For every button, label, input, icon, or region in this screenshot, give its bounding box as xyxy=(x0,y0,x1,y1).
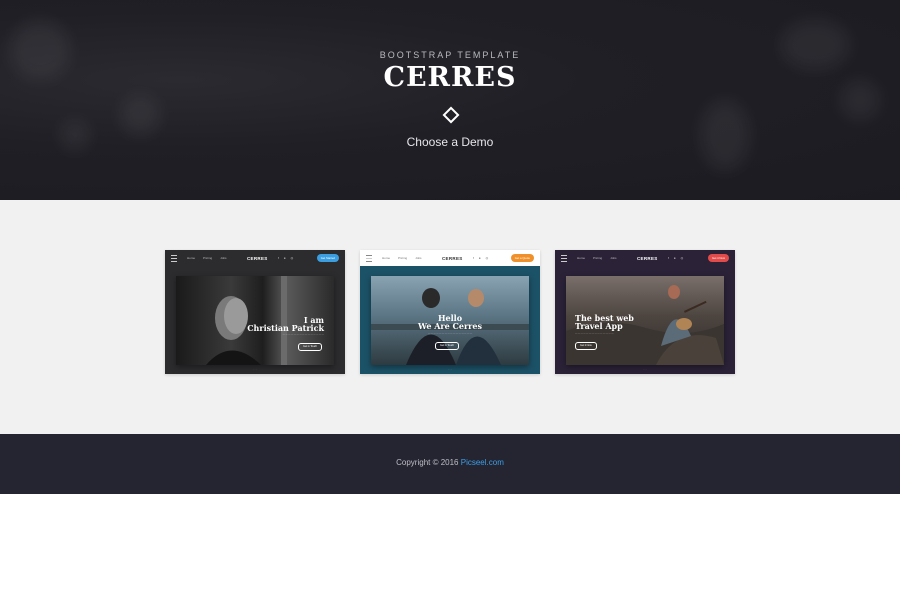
social-icons: f ● ◎ xyxy=(668,256,683,260)
demo-logo: CERRES xyxy=(442,256,463,261)
demo-cta-button: Get Started xyxy=(316,254,339,262)
bokeh-light xyxy=(120,95,160,135)
diamond-icon xyxy=(442,106,460,124)
demo-footer: · · · xyxy=(448,369,452,371)
site-footer: Copyright © 2016 Picseel.com xyxy=(0,434,900,494)
demo-text: — — — — — — — — — — — — — — — — xyxy=(427,333,473,335)
demo-card-1[interactable]: Home Pricing Jobs CERRES f ● ◎ Get Start… xyxy=(165,250,345,374)
demo-footer: · · · xyxy=(643,369,647,371)
facebook-icon: f xyxy=(668,256,669,260)
twitter-icon: ● xyxy=(283,256,286,260)
copyright-label: Copyright © 2016 xyxy=(396,458,459,467)
facebook-icon: f xyxy=(473,256,474,260)
demo-hero-photo: Hello We Are Cerres — — — — — — — — — — … xyxy=(371,276,529,365)
demo-logo: CERRES xyxy=(637,256,658,261)
dribbble-icon: ◎ xyxy=(290,256,294,260)
demo-headline: I am Christian Patrick xyxy=(247,315,324,333)
demo-button: Get in Touch xyxy=(435,342,459,350)
demo-navbar: Home Pricing Jobs CERRES f ● ◎ Get Start… xyxy=(165,250,345,266)
nav-link: Jobs xyxy=(220,256,227,260)
demo-logo: CERRES xyxy=(247,256,268,261)
nav-link: Home xyxy=(187,256,196,260)
demo-navbar: Home Pricing Jobs CERRES f ● ◎ Get a Quo… xyxy=(360,250,540,266)
copyright-text: Copyright © 2016 Picseel.com xyxy=(0,458,900,467)
twitter-icon: ● xyxy=(478,256,481,260)
menu-icon xyxy=(561,254,567,262)
nav-link: Jobs xyxy=(610,256,617,260)
demo-headline: The best web Travel App xyxy=(575,313,634,331)
demo-button: Get in Touch xyxy=(298,343,322,351)
social-icons: f ● ◎ xyxy=(473,256,488,260)
demo-cta-button: Get a Quote xyxy=(510,254,534,262)
nav-link: Pricing xyxy=(203,256,213,260)
demo-gallery: Home Pricing Jobs CERRES f ● ◎ Get Start… xyxy=(0,200,900,434)
nav-link: Home xyxy=(382,256,391,260)
nav-link: Jobs xyxy=(415,256,422,260)
demo-cta-button: Get it Now xyxy=(707,254,729,262)
social-icons: f ● ◎ xyxy=(278,256,293,260)
hero-section: BOOTSTRAP TEMPLATE CERRES Choose a Demo xyxy=(0,0,900,200)
dribbble-icon: ◎ xyxy=(485,256,489,260)
hero-title: CERRES xyxy=(383,62,517,93)
demo-card-2[interactable]: Home Pricing Jobs CERRES f ● ◎ Get a Quo… xyxy=(360,250,540,374)
twitter-icon: ● xyxy=(673,256,676,260)
nav-link: Pricing xyxy=(593,256,603,260)
demo-card-3[interactable]: Home Pricing Jobs CERRES f ● ◎ Get it No… xyxy=(555,250,735,374)
demo-footer: · · · xyxy=(253,369,257,371)
demo-hero-photo: I am Christian Patrick — — — — — — — — —… xyxy=(176,276,334,365)
demo-hero-photo: The best web Travel App — — — — — — — — … xyxy=(566,276,724,365)
demo-button: Get it Now xyxy=(575,342,597,350)
menu-icon xyxy=(366,254,372,262)
facebook-icon: f xyxy=(278,256,279,260)
hero-subtitle: BOOTSTRAP TEMPLATE xyxy=(379,50,521,60)
demo-headline: Hello We Are Cerres xyxy=(418,313,482,331)
menu-icon xyxy=(171,254,177,262)
demo-text: — — — — — — — — — — — — — — — xyxy=(282,334,324,336)
picseel-link[interactable]: Picseel.com xyxy=(461,458,504,467)
demo-navbar: Home Pricing Jobs CERRES f ● ◎ Get it No… xyxy=(555,250,735,266)
choose-demo-label: Choose a Demo xyxy=(406,135,494,149)
dribbble-icon: ◎ xyxy=(680,256,684,260)
nav-link: Pricing xyxy=(398,256,408,260)
nav-link: Home xyxy=(577,256,586,260)
demo-text: — — — — — — — — — — — — — — xyxy=(575,333,614,335)
